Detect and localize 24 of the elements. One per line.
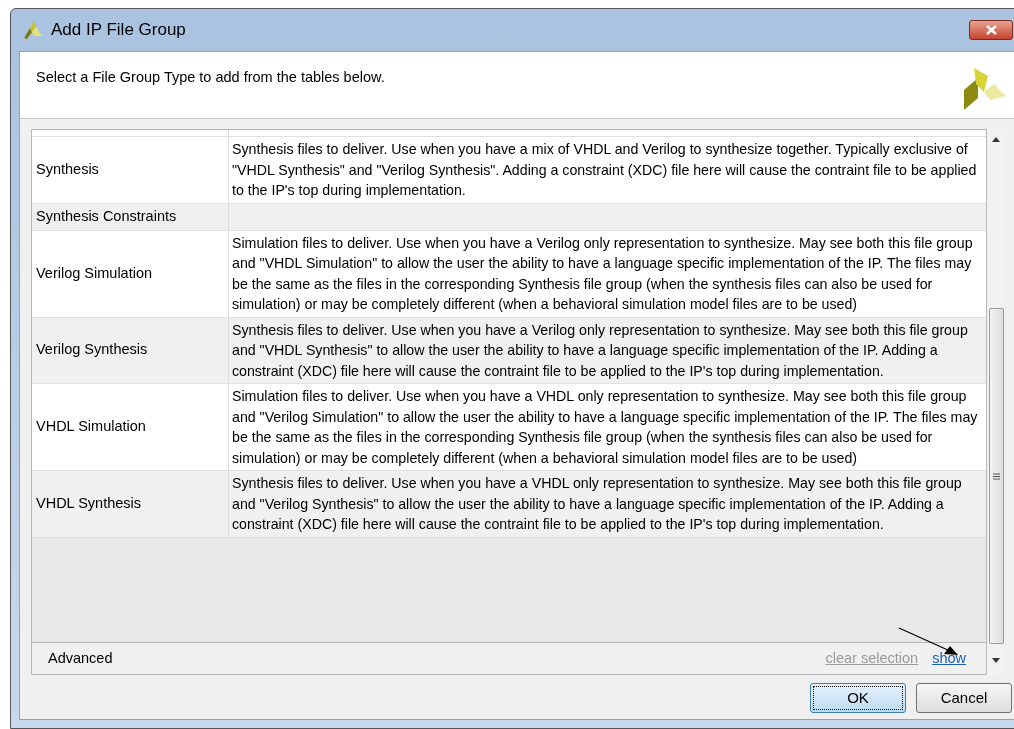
description-cell-text: Synthesis files to deliver. Use when you have a Verilog only representation to synthesize. May see both this file group and "VHDL Synthesis" to allow the user the ability to have a language specific implementation of the IP. Adding a constraint (XDC) file here will cause the contraint file to be applied to the IP's top during implementation. bbox=[231, 320, 969, 381]
description-cell-text: Simulation files to deliver. Use when you have a Verilog only representation to synthesize. May see both this file group and "VHDL Simulation" to allow the user the ability to have a language specific implementation of the IP. The files may be the same as the files in the corresponding Synthesis file group (when the synthesis files can also be used for simulation) or may be completely different (when a behavioral simulation model files are to be used) bbox=[231, 233, 974, 314]
dialog-button[interactable]: OK bbox=[810, 683, 906, 713]
app-logo-icon bbox=[21, 19, 43, 41]
close-button[interactable] bbox=[969, 20, 1013, 40]
instruction-text: Select a File Group Type to add from the tables below. bbox=[36, 68, 385, 87]
link[interactable]: show bbox=[932, 647, 966, 670]
advanced-label: Advanced bbox=[48, 648, 113, 668]
group-name-cell[interactable]: Verilog Synthesis bbox=[32, 317, 229, 383]
brand-logo-icon bbox=[962, 66, 1008, 112]
description-cell-text: Synthesis files to deliver. Use when you have a mix of VHDL and Verilog to synthesize together. Typically exclusive of "VHDL Synthesis" and "Verilog Synthesis". Adding a constraint (XDC) file here will cause the contraint file to be applied to the IP's top during implementation. bbox=[231, 140, 978, 200]
group-name-cell[interactable]: Synthesis bbox=[32, 137, 229, 203]
close-icon bbox=[985, 25, 997, 35]
dialog-button[interactable]: Cancel bbox=[916, 683, 1012, 713]
scroll-down-icon bbox=[992, 658, 1000, 663]
grip-icon bbox=[992, 472, 1000, 480]
group-name-cell[interactable]: Synthesis Constraints bbox=[32, 203, 229, 230]
group-name-cell[interactable]: Verilog Simulation bbox=[32, 230, 229, 317]
group-name-cell[interactable]: VHDL Simulation bbox=[32, 384, 229, 470]
scroll-up-icon bbox=[992, 137, 1000, 142]
description-cell-text: Simulation files to deliver. Use when you have a VHDL only representation to synthesize. May see both this file group and "Verilog Simulation" to allow the user the ability to have a language specific implementation of the IP. The files may be the same as the files in the corresponding Synthesis file group (when the synthesis files can also be used for simulation) or may be completely different (when a behavioral simulation model files are to be used) bbox=[231, 387, 979, 468]
description-cell-text: Synthesis files to deliver. Use when you have a VHDL only representation to synthesize. May see both this file group and "Verilog Synthesis" to allow the user the ability to have a language specific implementation of the IP. Adding a constraint (XDC) file here will cause the contraint file to be applied to the IP's top during implementation. bbox=[231, 474, 963, 534]
group-name-cell[interactable]: VHDL Synthesis bbox=[32, 471, 229, 537]
window-title: Add IP File Group bbox=[51, 19, 186, 42]
